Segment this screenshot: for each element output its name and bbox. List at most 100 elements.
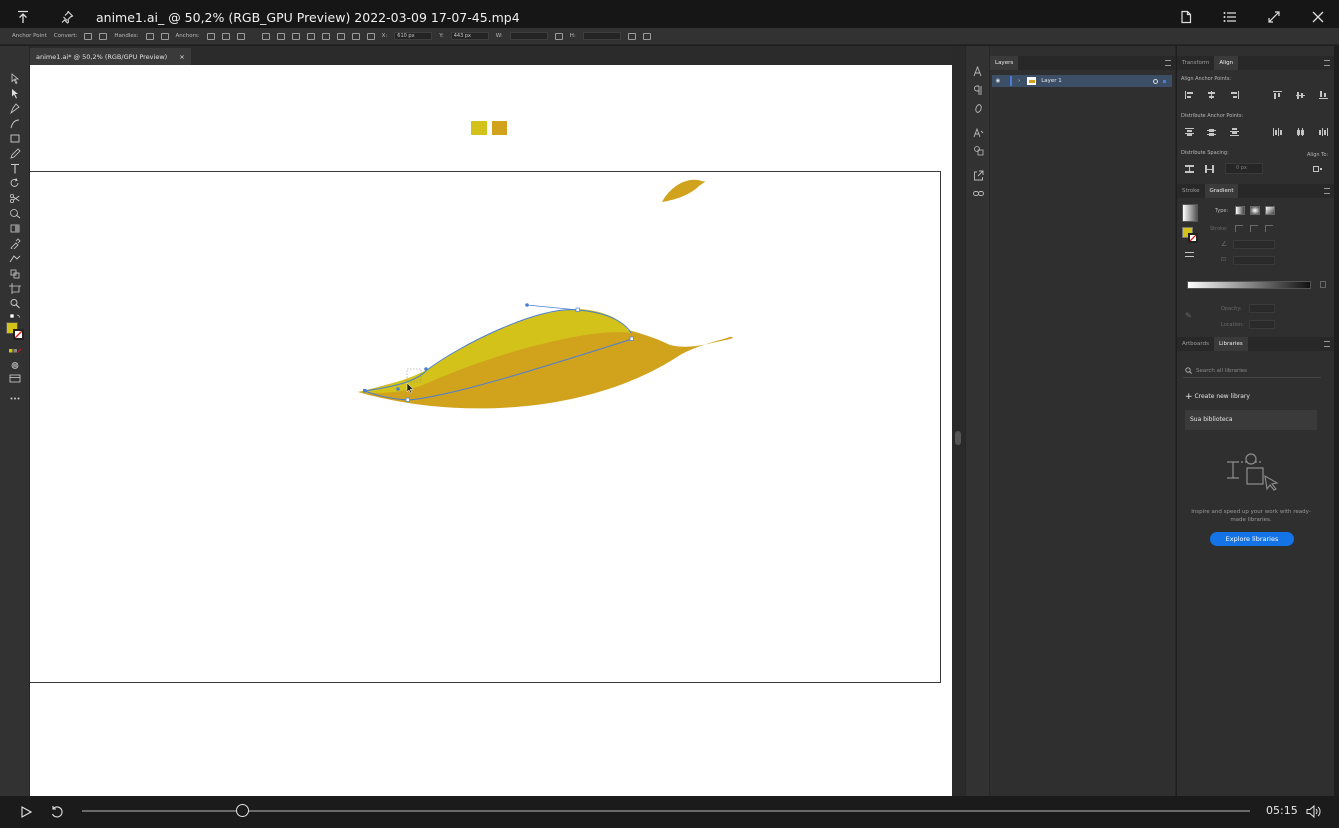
align-hcenter-icon[interactable]	[1207, 91, 1216, 99]
stroke-along-icon[interactable]	[1250, 225, 1259, 233]
pen-tool-icon[interactable]	[9, 99, 21, 115]
reference-point-icon[interactable]	[366, 32, 375, 40]
canvas[interactable]	[30, 65, 952, 796]
convert-smooth-icon[interactable]	[99, 32, 108, 40]
blend-tool-icon[interactable]	[9, 249, 21, 263]
spacing-field[interactable]: 0 px	[1225, 163, 1263, 174]
document-tab[interactable]: anime1.ai* @ 50,2% (RGB/GPU Preview) ×	[30, 48, 191, 65]
handle-point[interactable]	[525, 303, 529, 307]
align-bottom-icon[interactable]	[351, 32, 360, 40]
opentype-panel-icon[interactable]	[973, 99, 984, 113]
fullscreen-icon[interactable]	[1263, 6, 1285, 28]
minimize-to-top-icon[interactable]	[12, 6, 34, 28]
swatch-light[interactable]	[471, 121, 487, 135]
location-field[interactable]	[1249, 320, 1275, 329]
glyphs-panel-icon[interactable]	[973, 123, 984, 138]
explore-libraries-button[interactable]: Explore libraries	[1210, 532, 1294, 546]
seek-bar[interactable]	[82, 810, 1250, 812]
symbols-panel-icon[interactable]	[973, 141, 984, 156]
tab-transform[interactable]: Transform	[1177, 56, 1214, 70]
symbol-sprayer-tool-icon[interactable]	[9, 264, 21, 279]
align-options-icon[interactable]	[261, 32, 270, 40]
cut-path-icon[interactable]	[236, 32, 245, 40]
constrain-proportions-icon[interactable]	[554, 32, 563, 40]
scrollbar-thumb[interactable]	[955, 431, 961, 445]
distribute-left-icon[interactable]	[1273, 128, 1282, 136]
playlist-icon[interactable]	[1219, 6, 1241, 28]
gradient-preview[interactable]	[1182, 204, 1198, 222]
tab-gradient[interactable]: Gradient	[1204, 184, 1239, 198]
handle-point[interactable]	[424, 367, 428, 371]
distribute-bottom-icon[interactable]	[1230, 128, 1239, 136]
links-panel-icon[interactable]	[973, 184, 984, 196]
align-vcenter-icon[interactable]	[1296, 91, 1305, 99]
pencil-tool-icon[interactable]	[9, 144, 21, 159]
gradient-stroke-swatch[interactable]	[1188, 233, 1198, 243]
anchor-point-selected[interactable]	[363, 389, 367, 393]
library-search-input[interactable]: Search all libraries	[1183, 364, 1321, 378]
stroke-within-icon[interactable]	[1235, 225, 1244, 233]
distribute-right-icon[interactable]	[1319, 128, 1328, 136]
layer-row[interactable]: ◉ › Layer 1	[992, 75, 1172, 87]
scissors-tool-icon[interactable]	[9, 189, 21, 204]
align-vcenter-icon[interactable]	[336, 32, 345, 40]
layers-panel-menu-icon[interactable]	[1165, 60, 1171, 66]
align-top-icon[interactable]	[321, 32, 330, 40]
gradient-tool-icon[interactable]	[9, 219, 21, 233]
eyedropper-tool-icon[interactable]	[9, 234, 21, 251]
convert-corner-icon[interactable]	[84, 32, 93, 40]
arrange-docs-icon[interactable]	[642, 32, 651, 40]
zoom-tool-icon[interactable]	[9, 294, 21, 309]
volume-icon[interactable]	[1306, 805, 1321, 818]
anchor-point[interactable]	[405, 397, 410, 402]
screen-mode-icon[interactable]	[9, 369, 21, 383]
swap-fill-stroke-icon[interactable]	[1185, 250, 1194, 258]
align-left-icon[interactable]	[276, 32, 285, 40]
hide-handles-icon[interactable]	[160, 32, 169, 40]
align-right-icon[interactable]	[1230, 91, 1239, 99]
show-handles-icon[interactable]	[145, 32, 154, 40]
rotate-tool-icon[interactable]	[9, 174, 21, 187]
expand-chevron-icon[interactable]: ›	[1018, 78, 1020, 84]
delete-stop-icon[interactable]	[1320, 281, 1326, 288]
align-right-icon[interactable]	[306, 32, 315, 40]
visibility-eye-icon[interactable]: ◉	[992, 78, 1004, 84]
libraries-panel-menu-icon[interactable]	[1324, 341, 1330, 347]
align-left-icon[interactable]	[1185, 91, 1194, 99]
seek-knob[interactable]	[235, 804, 249, 817]
tab-libraries[interactable]: Libraries	[1213, 337, 1248, 351]
aspect-ratio-field[interactable]	[1233, 256, 1275, 265]
tab-align[interactable]: Align	[1214, 56, 1239, 70]
align-bottom-icon[interactable]	[1319, 91, 1328, 99]
create-library-button[interactable]: + Create new library	[1185, 392, 1250, 402]
file-info-icon[interactable]	[1175, 6, 1197, 28]
w-field[interactable]	[509, 32, 548, 40]
rectangle-tool-icon[interactable]	[9, 129, 21, 143]
gradient-slider[interactable]	[1187, 281, 1311, 289]
connect-anchor-icon[interactable]	[221, 32, 230, 40]
paragraph-panel-icon[interactable]	[973, 81, 984, 95]
vertical-scrollbar[interactable]	[952, 46, 965, 796]
color-mode-icon[interactable]	[9, 343, 22, 354]
isolate-icon[interactable]	[627, 32, 636, 40]
small-leaf[interactable]	[662, 179, 706, 202]
align-hcenter-icon[interactable]	[291, 32, 300, 40]
h-field[interactable]	[582, 32, 621, 40]
curvature-tool-icon[interactable]	[9, 114, 21, 129]
character-panel-icon[interactable]	[973, 62, 984, 77]
spacing-vertical-icon[interactable]	[1185, 165, 1194, 173]
y-field[interactable]: 443 px	[450, 32, 489, 40]
selection-tool-icon[interactable]	[9, 69, 21, 85]
export-panel-icon[interactable]	[973, 166, 984, 181]
tab-stroke[interactable]: Stroke	[1177, 184, 1205, 198]
close-tab-icon[interactable]: ×	[179, 53, 184, 61]
stroke-color-swatch[interactable]	[13, 329, 24, 340]
gradient-eyedropper-icon[interactable]: ✎	[1185, 311, 1192, 320]
anchor-point[interactable]	[629, 336, 634, 341]
default-colors-icon[interactable]	[9, 309, 21, 320]
play-icon[interactable]	[20, 806, 32, 818]
remove-anchor-icon[interactable]	[206, 32, 215, 40]
distribute-top-icon[interactable]	[1185, 128, 1194, 136]
linear-gradient-button[interactable]	[1235, 206, 1245, 215]
more-tools-icon[interactable]	[9, 389, 21, 400]
